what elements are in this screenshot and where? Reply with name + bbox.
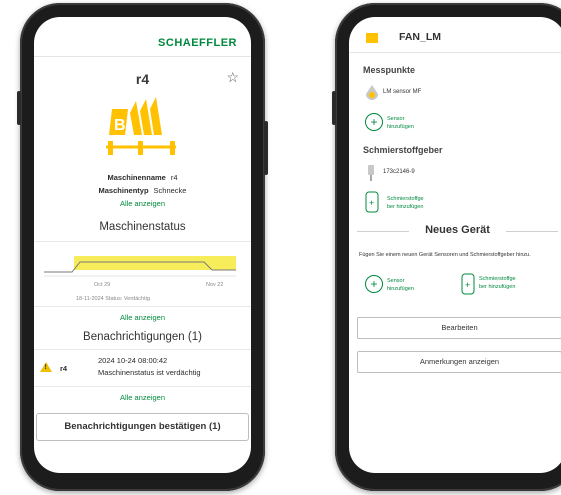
device-header: FAN_LM	[349, 17, 561, 53]
phone-right: FAN_LM Messpunkte LM sensor MF + Sensor …	[332, 3, 561, 491]
machine-graphic: B	[34, 93, 251, 171]
chart-area	[74, 256, 236, 270]
phone-side-button	[17, 91, 21, 125]
divider-line	[506, 231, 558, 232]
machine-fin	[150, 97, 162, 135]
warning-icon	[40, 362, 52, 372]
notifications-title: Benachrichtigungen (1)	[83, 331, 202, 343]
new-device-info: Fügen Sie einem neuen Gerät Sensoren und…	[359, 252, 531, 258]
show-notes-button[interactable]: Anmerkungen anzeigen	[357, 351, 561, 373]
header-bar: SCHAEFFLER	[34, 17, 251, 57]
detail-row: Maschinentyp Schnecke	[34, 184, 251, 197]
add-lubricant-button[interactable]: + Schmierstoffge ber hinzufügen	[461, 269, 551, 303]
device-color-icon	[366, 33, 378, 43]
add-label-line: ber hinzufügen	[387, 204, 424, 210]
svg-text:+: +	[369, 198, 374, 208]
add-lubricant-button[interactable]: + Schmierstoffge ber hinzufügen	[349, 189, 561, 219]
x-tick-label: Nov 22	[206, 282, 223, 288]
add-lubricant-label: Schmierstoffge ber hinzufügen	[387, 195, 424, 211]
add-sensor-label: Sensor hinzufügen	[387, 277, 414, 293]
add-lubricant-icon: +	[461, 273, 475, 295]
status-chart: Oct 29 Nov 22 18-11-2024 Status: Verdäch…	[34, 241, 251, 307]
add-actions-row: + Sensor hinzufügen + Schmierstoffge ber…	[349, 269, 561, 309]
x-tick-label: Oct 29	[94, 282, 110, 288]
detail-label: Maschinenname	[107, 173, 166, 182]
notification-message: Maschinenstatus ist verdächtig	[98, 368, 201, 377]
device-name: FAN_LM	[399, 31, 441, 43]
edit-button[interactable]: Bearbeiten	[357, 317, 561, 339]
add-label-line: hinzufügen	[387, 124, 414, 130]
add-sensor-label: Sensor hinzufügen	[387, 115, 414, 131]
status-section-title: Maschinenstatus	[99, 221, 186, 233]
plus-circle-icon: +	[365, 113, 383, 131]
show-all-link[interactable]: Alle anzeigen	[34, 311, 251, 325]
lubricant-id: 173c2146-9	[383, 169, 415, 175]
machine-title: r4	[135, 71, 150, 87]
detail-row: Maschinenname r4	[34, 171, 251, 184]
notification-date: 2024 10-24 08:00:42	[98, 356, 168, 365]
favorite-star-icon[interactable]: ☆	[226, 69, 239, 86]
machine-bearing	[138, 141, 143, 155]
lubricator-icon	[368, 165, 374, 181]
notification-row[interactable]: r4 2024 10-24 08:00:42 Maschinenstatus i…	[34, 349, 251, 387]
detail-value: Schnecke	[153, 186, 187, 195]
lubricant-title: Schmierstoffgeber	[363, 145, 443, 155]
show-all-link[interactable]: Alle anzeigen	[34, 197, 251, 211]
phone-left: SCHAEFFLER r4 ☆ B Maschinenname r4 Maschi…	[17, 3, 268, 491]
add-label-line: Sensor	[387, 278, 405, 284]
machine-illustration: B	[106, 97, 176, 155]
add-label-line: hinzufügen	[387, 286, 414, 292]
add-sensor-button[interactable]: + Sensor hinzufügen	[365, 269, 435, 303]
new-device-divider: Neues Gerät	[349, 219, 561, 243]
title-row: r4 ☆	[34, 57, 251, 93]
status-chart-svg: Oct 29 Nov 22	[44, 256, 236, 288]
add-label-line: Schmierstoffge	[387, 196, 424, 202]
machine-letter: B	[114, 117, 126, 134]
detail-label: Maschinentyp	[98, 186, 149, 195]
sensor-item[interactable]: LM sensor MF	[349, 81, 561, 107]
machine-details: Maschinenname r4 Maschinentyp Schnecke All…	[34, 171, 251, 211]
notification-machine: r4	[60, 364, 68, 373]
machine-fin	[130, 101, 142, 135]
machine-bearing	[108, 141, 113, 155]
plus-circle-icon: +	[365, 275, 383, 293]
screen-left: SCHAEFFLER r4 ☆ B Maschinenname r4 Maschi…	[34, 17, 251, 473]
detail-value: r4	[170, 173, 178, 182]
add-sensor-button[interactable]: + Sensor hinzufügen	[349, 109, 561, 139]
acknowledge-notifications-button[interactable]: Benachrichtigungen bestätigen (1)	[36, 413, 249, 441]
measure-points-title: Messpunkte	[363, 65, 416, 75]
add-label-line: Sensor	[387, 116, 405, 122]
screen-right: FAN_LM Messpunkte LM sensor MF + Sensor …	[349, 17, 561, 473]
sensor-icon	[366, 85, 378, 100]
phone-side-button	[264, 121, 268, 175]
lubricant-item[interactable]: 173c2146-9	[349, 161, 561, 187]
sensor-label: LM sensor MF	[383, 89, 422, 95]
new-device-title: Neues Gerät	[425, 224, 490, 236]
add-label-line: ber hinzufügen	[479, 284, 516, 290]
add-lubricant-icon: +	[365, 191, 379, 213]
add-label-line: Schmierstoffge	[479, 276, 516, 282]
add-lubricant-label: Schmierstoffge ber hinzufügen	[479, 275, 516, 291]
chart-status-text: 18-11-2024 Status: Verdächtig	[76, 296, 150, 302]
phone-side-button	[332, 91, 336, 125]
machine-fin	[140, 99, 152, 135]
show-all-link[interactable]: Alle anzeigen	[34, 391, 251, 405]
svg-text:+: +	[465, 280, 470, 290]
machine-bearing	[170, 141, 175, 155]
brand-logo: SCHAEFFLER	[158, 37, 237, 49]
